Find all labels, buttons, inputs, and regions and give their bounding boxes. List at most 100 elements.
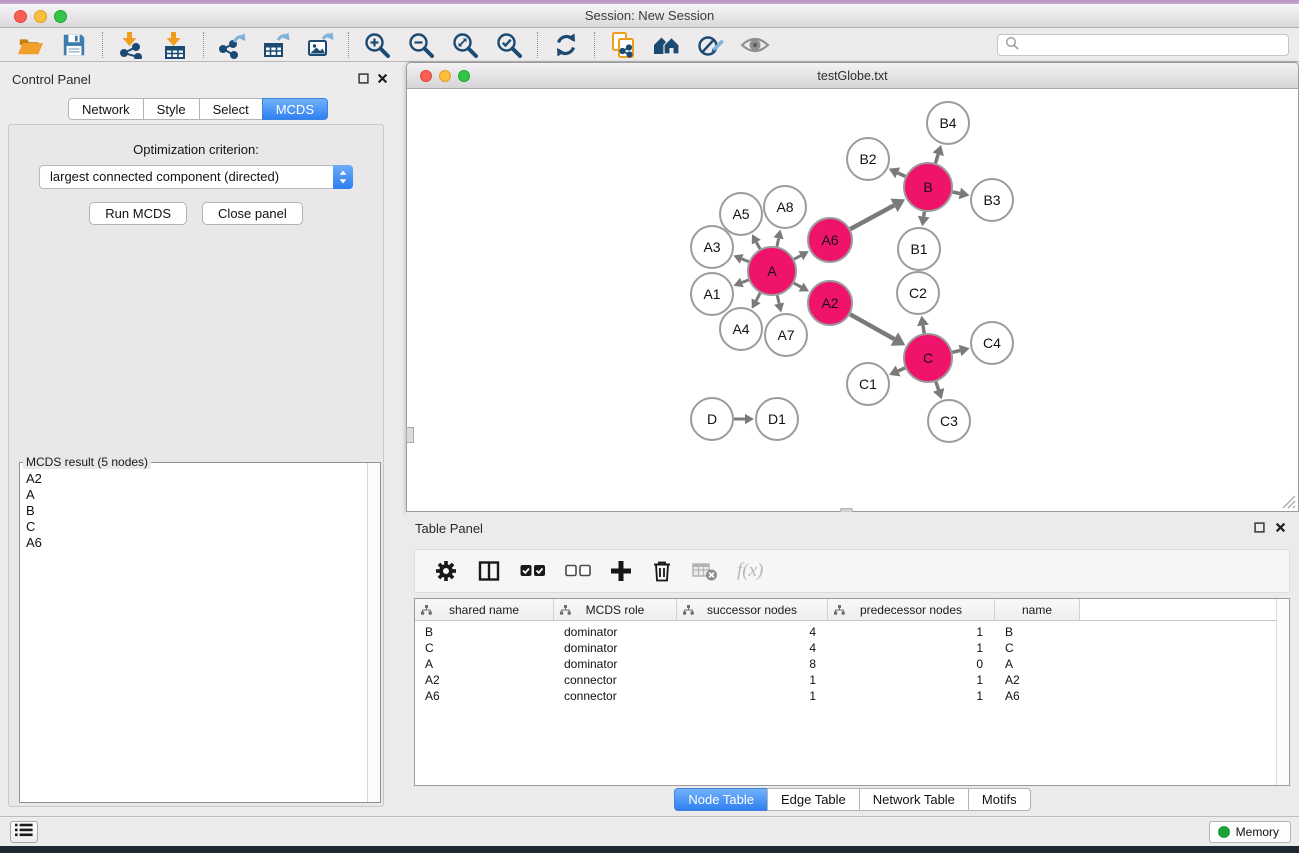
graph-edge-A-A4[interactable] [752, 293, 761, 309]
graph-node-D[interactable]: D [691, 398, 733, 440]
graph-edge-C-C3[interactable] [933, 382, 944, 400]
graph-node-B4[interactable]: B4 [927, 102, 969, 144]
graph-edge-C-C1[interactable] [889, 366, 905, 377]
graph-node-A5[interactable]: A5 [720, 193, 762, 235]
zoom-out-icon[interactable] [405, 30, 437, 60]
graph-edge-B-B1[interactable] [918, 212, 930, 227]
birds-eye-icon[interactable] [739, 30, 771, 60]
column-header-successor-nodes[interactable]: successor nodes [677, 599, 828, 620]
table-tab-network-table[interactable]: Network Table [859, 788, 969, 811]
table-tab-motifs[interactable]: Motifs [968, 788, 1031, 811]
network-canvas[interactable]: B4B2BB3A5A8A6A3B1AA1C2A2A4A7C4CC1C3DD1 [407, 90, 1298, 511]
mcds-result-item[interactable]: B [26, 503, 380, 519]
graph-edge-A-A5[interactable] [752, 234, 761, 249]
open-file-icon[interactable] [14, 30, 46, 60]
export-image-icon[interactable] [304, 30, 336, 60]
graph-node-A1[interactable]: A1 [691, 273, 733, 315]
column-header-name[interactable]: name [995, 599, 1080, 620]
search-box[interactable] [997, 34, 1289, 56]
graph-node-C4[interactable]: C4 [971, 322, 1013, 364]
result-scrollbar[interactable] [367, 463, 380, 802]
graph-node-C3[interactable]: C3 [928, 400, 970, 442]
column-header-predecessor-nodes[interactable]: predecessor nodes [828, 599, 995, 620]
tab-style[interactable]: Style [143, 98, 200, 120]
refresh-layout-icon[interactable] [550, 30, 582, 60]
graph-edge-A6-B[interactable] [850, 199, 905, 230]
export-table-icon[interactable] [260, 30, 292, 60]
graph-node-D1[interactable]: D1 [756, 398, 798, 440]
graph-edge-A-A1[interactable] [734, 278, 749, 288]
tab-select[interactable]: Select [199, 98, 263, 120]
graph-edge-A2-C[interactable] [850, 314, 905, 346]
graphics-details-icon[interactable] [695, 30, 727, 60]
delete-column-icon[interactable] [651, 559, 673, 583]
graph-node-B3[interactable]: B3 [971, 179, 1013, 221]
graph-edge-A-A2[interactable] [794, 283, 809, 292]
select-all-icon[interactable] [520, 564, 546, 578]
import-table-icon[interactable] [159, 30, 191, 60]
graph-edge-A-A7[interactable] [774, 295, 784, 312]
graph-edge-A-A3[interactable] [733, 254, 748, 264]
table-scrollbar[interactable] [1276, 599, 1289, 785]
close-table-panel-icon[interactable] [1274, 521, 1287, 534]
graph-edge-C-C2[interactable] [917, 316, 929, 334]
graph-edge-D-D1[interactable] [734, 414, 754, 424]
graph-node-A7[interactable]: A7 [765, 314, 807, 356]
select-stepper-icon[interactable] [333, 165, 353, 189]
home-icon[interactable] [651, 30, 683, 60]
mcds-result-item[interactable]: A6 [26, 535, 380, 551]
graph-edge-A-A6[interactable] [794, 251, 809, 260]
tab-network[interactable]: Network [68, 98, 144, 120]
graph-edge-B-B2[interactable] [889, 168, 906, 179]
task-history-button[interactable] [10, 821, 38, 843]
new-network-selection-icon[interactable] [607, 30, 639, 60]
column-header-shared-name[interactable]: shared name [415, 599, 554, 620]
table-row[interactable]: Cdominator41C [415, 640, 1289, 656]
graph-node-A[interactable]: A [748, 247, 796, 295]
graph-node-C1[interactable]: C1 [847, 363, 889, 405]
graph-node-C2[interactable]: C2 [897, 272, 939, 314]
graph-node-B1[interactable]: B1 [898, 228, 940, 270]
search-input[interactable] [1023, 36, 1288, 54]
graph-node-A8[interactable]: A8 [764, 186, 806, 228]
graph-edge-B-B4[interactable] [933, 145, 944, 163]
run-mcds-button[interactable]: Run MCDS [89, 202, 187, 225]
graph-node-A6[interactable]: A6 [808, 218, 852, 262]
memory-button[interactable]: Memory [1209, 821, 1291, 843]
table-options-icon[interactable] [434, 559, 458, 583]
graph-node-A3[interactable]: A3 [691, 226, 733, 268]
window-resize-grip[interactable] [1282, 495, 1296, 509]
float-table-panel-icon[interactable] [1253, 521, 1266, 534]
table-tab-node-table[interactable]: Node Table [674, 788, 768, 811]
show-columns-icon[interactable] [477, 559, 501, 583]
table-row[interactable]: A2connector11A2 [415, 672, 1289, 688]
close-panel-icon[interactable] [376, 72, 389, 85]
graph-edge-A-A8[interactable] [774, 230, 784, 247]
import-network-icon[interactable] [115, 30, 147, 60]
column-header-mcds-role[interactable]: MCDS role [554, 599, 677, 620]
add-column-icon[interactable] [610, 560, 632, 582]
table-row[interactable]: Bdominator41B [415, 624, 1289, 640]
panel-divider-grip[interactable] [406, 427, 414, 443]
graph-node-A4[interactable]: A4 [720, 308, 762, 350]
table-row[interactable]: A6connector11A6 [415, 688, 1289, 704]
graph-node-B[interactable]: B [904, 163, 952, 211]
close-panel-button[interactable]: Close panel [202, 202, 303, 225]
save-session-icon[interactable] [58, 30, 90, 60]
table-row[interactable]: Adominator80A [415, 656, 1289, 672]
mcds-result-item[interactable]: A2 [26, 471, 380, 487]
graph-node-A2[interactable]: A2 [808, 281, 852, 325]
zoom-fit-icon[interactable] [449, 30, 481, 60]
zoom-in-icon[interactable] [361, 30, 393, 60]
mcds-result-item[interactable]: C [26, 519, 380, 535]
export-network-icon[interactable] [216, 30, 248, 60]
criterion-select[interactable]: largest connected component (directed) [39, 165, 353, 189]
graph-edge-C-C4[interactable] [952, 345, 969, 357]
deselect-all-icon[interactable] [565, 564, 591, 578]
graph-edge-B-B3[interactable] [953, 188, 970, 200]
float-panel-icon[interactable] [357, 72, 370, 85]
zoom-selected-icon[interactable] [493, 30, 525, 60]
mcds-result-item[interactable]: A [26, 487, 380, 503]
tab-mcds[interactable]: MCDS [262, 98, 328, 120]
table-tab-edge-table[interactable]: Edge Table [767, 788, 860, 811]
